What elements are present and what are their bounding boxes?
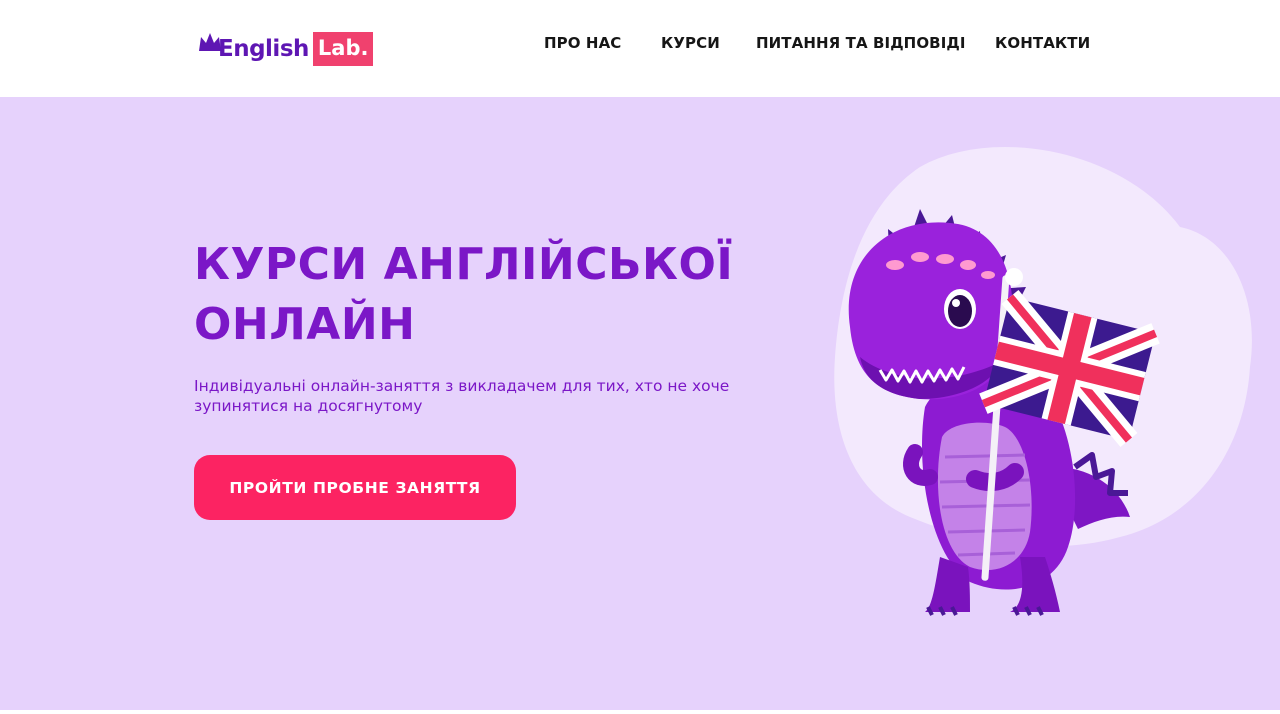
hero-title-line2: ОНЛАЙН	[194, 299, 416, 350]
section-divider	[0, 710, 1280, 714]
logo-text-english: English	[218, 36, 309, 62]
nav-item-contacts[interactable]: КОНТАКТИ	[995, 34, 1090, 52]
site-header: English Lab. ПРО НАС КУРСИ ПИТАННЯ ТА ВІ…	[0, 0, 1280, 97]
hero-subtitle: Індивідуальні онлайн-заняття з викладаче…	[194, 377, 730, 415]
hero-title-line1: КУРСИ АНГЛІЙСЬКОЇ	[194, 239, 734, 290]
dinosaur-flag-illustration	[834, 147, 1252, 616]
logo[interactable]: English Lab.	[198, 28, 374, 70]
nav-item-courses[interactable]: КУРСИ	[661, 34, 720, 52]
trial-lesson-button[interactable]: ПРОЙТИ ПРОБНЕ ЗАНЯТТЯ	[194, 455, 516, 520]
hero-section: КУРСИ АНГЛІЙСЬКОЇ ОНЛАЙН Індивідуальні о…	[0, 97, 1280, 714]
nav-item-about[interactable]: ПРО НАС	[544, 34, 621, 52]
logo-text-lab: Lab.	[312, 32, 374, 66]
nav-item-faq[interactable]: ПИТАННЯ ТА ВІДПОВІДІ	[756, 34, 966, 52]
hero-title: КУРСИ АНГЛІЙСЬКОЇ ОНЛАЙН	[194, 235, 733, 355]
